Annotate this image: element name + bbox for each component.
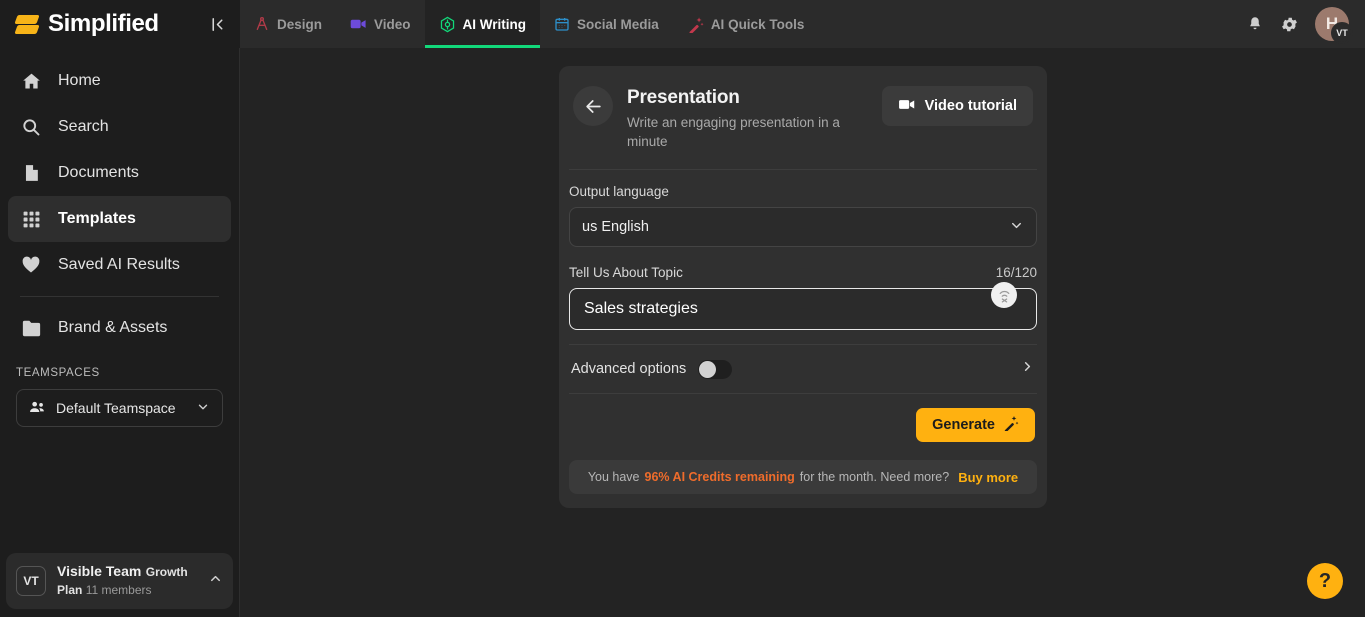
credits-highlight: 96% AI Credits remaining: [644, 470, 795, 485]
ai-hexagon-icon: [439, 16, 456, 33]
tab-ai-quick-tools[interactable]: AI Quick Tools: [673, 0, 819, 48]
video-camera-icon: [898, 98, 916, 115]
advanced-options-label: Advanced options: [571, 361, 687, 378]
video-tutorial-button[interactable]: Video tutorial: [881, 86, 1033, 126]
page-subtitle: Write an engaging presentation in a minu…: [627, 115, 840, 150]
topic-label-row: Tell Us About Topic 16/120: [569, 265, 1037, 288]
teamspace-selector[interactable]: Default Teamspace: [16, 389, 223, 427]
tab-label: Social Media: [577, 16, 659, 32]
home-icon: [20, 71, 42, 92]
output-language-value: us English: [582, 219, 649, 236]
sidebar-item-label: Documents: [58, 164, 139, 181]
sidebar-item-saved-ai-results[interactable]: Saved AI Results: [8, 242, 231, 288]
sidebar-item-templates[interactable]: Templates: [8, 196, 231, 242]
topic-input[interactable]: Sales strategies: [569, 288, 1037, 331]
card-header: Presentation Write an engaging presentat…: [559, 66, 1047, 169]
output-language-select[interactable]: us English: [569, 207, 1037, 248]
card-title-block: Presentation Write an engaging presentat…: [627, 86, 868, 151]
generate-label: Generate: [932, 417, 995, 434]
team-account-card[interactable]: VT Visible Team Growth Plan 11 members: [6, 553, 233, 609]
credits-banner: You have 96% AI Credits remaining for th…: [569, 460, 1037, 495]
main-content: Presentation Write an engaging presentat…: [240, 48, 1365, 617]
template-form-card: Presentation Write an engaging presentat…: [559, 66, 1047, 509]
document-icon: [20, 163, 42, 183]
teamspaces-label: TEAMSPACES: [16, 367, 100, 379]
tab-social-media[interactable]: Social Media: [540, 0, 673, 48]
sidebar-item-brand-assets[interactable]: Brand & Assets: [8, 305, 231, 351]
sidebar-divider: [20, 296, 219, 297]
tab-label: Design: [277, 16, 323, 32]
sidebar-item-documents[interactable]: Documents: [8, 150, 231, 196]
template-form: Output language us English Tell Us About…: [559, 170, 1047, 458]
body-row: Home Search Documents Templates Saved AI…: [0, 48, 1365, 617]
sidebar-nav: Home Search Documents Templates Saved AI…: [0, 48, 239, 351]
sidebar-item-label: Saved AI Results: [58, 256, 180, 273]
top-right-actions: H VT: [1246, 0, 1365, 48]
generate-button[interactable]: Generate: [916, 408, 1035, 443]
buy-more-link[interactable]: Buy more: [958, 470, 1018, 485]
advanced-options-row[interactable]: Advanced options: [569, 344, 1037, 393]
sidebar-item-home[interactable]: Home: [8, 58, 231, 104]
brand-zone: Simplified: [0, 0, 240, 48]
brand-name: Simplified: [48, 10, 159, 37]
chevron-down-icon: [196, 400, 210, 417]
sidebar-item-label: Templates: [58, 210, 136, 227]
heart-icon: [20, 255, 42, 275]
main-tabs: Design Video AI Writing Social Media AI …: [240, 0, 1365, 48]
page-title: Presentation: [627, 87, 740, 108]
topic-input-wrapper: Sales strategies: [569, 282, 1037, 331]
teamspaces-section: TEAMSPACES Default Teamspace: [0, 351, 239, 427]
team-initials-avatar: VT: [16, 566, 46, 596]
compass-icon: [254, 16, 270, 32]
people-icon: [29, 400, 46, 417]
video-camera-icon: [350, 17, 367, 31]
avatar[interactable]: H VT: [1315, 7, 1353, 44]
sidebar-item-label: Home: [58, 72, 101, 89]
collapse-sidebar-icon[interactable]: [209, 16, 226, 33]
output-language-label: Output language: [569, 184, 669, 200]
sidebar-item-label: Brand & Assets: [58, 319, 168, 336]
search-icon: [20, 117, 42, 137]
magic-wand-icon: [687, 16, 704, 33]
tab-video[interactable]: Video: [336, 0, 425, 48]
tab-design[interactable]: Design: [240, 0, 336, 48]
video-tutorial-label: Video tutorial: [924, 98, 1017, 114]
topic-character-counter: 16/120: [995, 265, 1037, 281]
chevron-right-icon[interactable]: [1020, 359, 1035, 379]
team-members: 11 members: [85, 583, 152, 597]
bell-icon[interactable]: [1246, 15, 1264, 33]
credits-middle: for the month. Need more?: [799, 470, 950, 485]
chevron-up-icon[interactable]: [208, 571, 223, 591]
back-arrow-icon[interactable]: [573, 86, 613, 126]
generate-row: Generate: [569, 393, 1037, 458]
avatar-team-badge: VT: [1331, 22, 1353, 44]
grid-icon: [20, 210, 42, 229]
gear-icon[interactable]: [1280, 15, 1299, 34]
question-mark-icon[interactable]: ?: [1307, 563, 1343, 599]
tab-label: AI Quick Tools: [710, 16, 805, 32]
tab-label: AI Writing: [462, 16, 527, 32]
tab-ai-writing[interactable]: AI Writing: [424, 0, 541, 48]
simplified-logo-icon: [14, 11, 40, 37]
toggle-knob: [699, 360, 717, 378]
folder-icon: [20, 319, 42, 338]
calendar-icon: [554, 16, 570, 32]
sidebar: Home Search Documents Templates Saved AI…: [0, 48, 240, 617]
topic-label: Tell Us About Topic: [569, 265, 683, 281]
credits-prefix: You have: [587, 470, 640, 485]
sidebar-item-label: Search: [58, 118, 109, 135]
advanced-options-toggle[interactable]: [698, 359, 733, 379]
team-info: Visible Team Growth Plan 11 members: [57, 563, 197, 599]
chevron-down-icon: [1009, 218, 1024, 237]
tab-label: Video: [374, 16, 411, 32]
top-bar: Simplified Design Video AI Writing Socia…: [0, 0, 1365, 48]
teamspace-value: Default Teamspace: [56, 400, 176, 416]
team-name: Visible Team: [57, 563, 142, 579]
sidebar-item-search[interactable]: Search: [8, 104, 231, 150]
magic-wand-icon: [1003, 415, 1019, 435]
